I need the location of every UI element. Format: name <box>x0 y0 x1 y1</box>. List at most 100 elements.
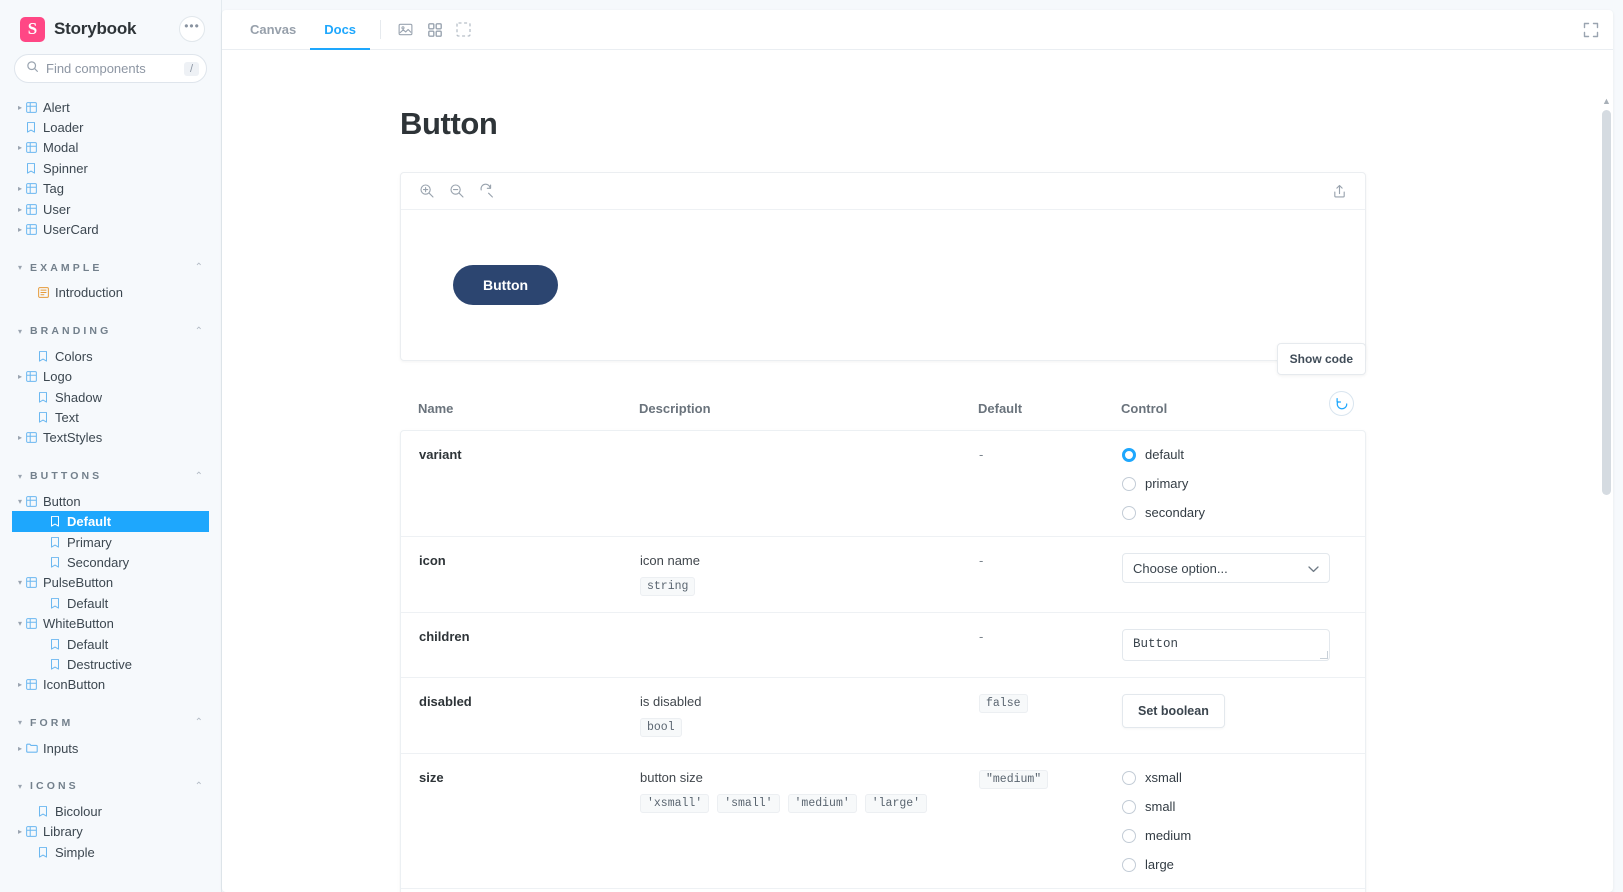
radio-option[interactable]: secondary <box>1122 505 1365 520</box>
caret-icon[interactable]: ▸ <box>14 225 26 234</box>
caret-icon[interactable]: ▾ <box>14 497 26 506</box>
search-input[interactable]: Find components / <box>14 54 207 83</box>
radio-button[interactable] <box>1122 771 1136 785</box>
arg-description-cell <box>640 629 979 661</box>
zoom-reset-icon[interactable] <box>479 183 495 199</box>
caret-icon[interactable]: ▸ <box>14 433 26 442</box>
sidebar-item-primary[interactable]: Primary <box>12 532 209 552</box>
arg-default-cell: - <box>979 553 1122 596</box>
sidebar-group-example[interactable]: ▾EXAMPLE⌃ <box>12 258 209 278</box>
expand-icon[interactable]: ⌃ <box>195 326 209 337</box>
sidebar-item-user[interactable]: ▸User <box>12 199 209 219</box>
caret-icon[interactable]: ▾ <box>14 718 26 727</box>
caret-icon[interactable]: ▾ <box>14 472 26 481</box>
caret-icon[interactable]: ▾ <box>14 263 26 272</box>
sidebar-item-pulsebutton[interactable]: ▾PulseButton <box>12 573 209 593</box>
radio-button[interactable] <box>1122 800 1136 814</box>
sidebar-item-shadow[interactable]: Shadow <box>12 387 209 407</box>
sidebar-item-usercard[interactable]: ▸UserCard <box>12 219 209 239</box>
sidebar-item-bicolour[interactable]: Bicolour <box>12 801 209 821</box>
caret-icon[interactable]: ▸ <box>14 205 26 214</box>
sidebar-item-default[interactable]: Default <box>12 511 209 531</box>
sidebar-item-default[interactable]: Default <box>12 634 209 654</box>
caret-icon[interactable]: ▾ <box>14 578 26 587</box>
select-control[interactable]: Choose option... <box>1122 553 1330 583</box>
image-icon[interactable] <box>391 10 420 49</box>
caret-icon[interactable]: ▸ <box>14 680 26 689</box>
caret-icon[interactable]: ▸ <box>14 372 26 381</box>
caret-icon[interactable]: ▸ <box>14 744 26 753</box>
demo-button[interactable]: Button <box>453 265 558 305</box>
reset-controls-icon[interactable] <box>1329 391 1354 416</box>
zoom-in-icon[interactable] <box>419 183 435 199</box>
caret-icon[interactable]: ▸ <box>14 184 26 193</box>
sidebar-item-library[interactable]: ▸Library <box>12 822 209 842</box>
sidebar-item-textstyles[interactable]: ▸TextStyles <box>12 428 209 448</box>
tab-docs[interactable]: Docs <box>310 10 370 50</box>
sidebar-item-label: Default <box>67 596 108 611</box>
sidebar-item-simple[interactable]: Simple <box>12 842 209 862</box>
story-icon <box>50 598 67 609</box>
sidebar-group-form[interactable]: ▾FORM⌃ <box>12 713 209 733</box>
set-boolean-button[interactable]: Set boolean <box>1122 694 1225 728</box>
radio-button[interactable] <box>1122 477 1136 491</box>
radio-option[interactable]: default <box>1122 447 1365 462</box>
sidebar-item-colors[interactable]: Colors <box>12 346 209 366</box>
brand[interactable]: S Storybook <box>20 17 136 42</box>
expand-icon[interactable]: ⌃ <box>195 471 209 482</box>
textarea-control[interactable]: Button <box>1122 629 1330 661</box>
radio-option[interactable]: medium <box>1122 828 1365 843</box>
radio-button[interactable] <box>1122 829 1136 843</box>
caret-icon[interactable]: ▾ <box>14 327 26 336</box>
sidebar-item-tag[interactable]: ▸Tag <box>12 179 209 199</box>
sidebar-item-introduction[interactable]: Introduction <box>12 283 209 303</box>
measure-icon[interactable] <box>449 10 478 49</box>
sidebar-group-branding[interactable]: ▾BRANDING⌃ <box>12 321 209 341</box>
sidebar-item-iconbutton[interactable]: ▸IconButton <box>12 675 209 695</box>
sidebar-item-alert[interactable]: ▸Alert <box>12 97 209 117</box>
sidebar-group-buttons[interactable]: ▾ BUTTONS ⌃ <box>12 466 209 486</box>
sidebar-item-text[interactable]: Text <box>12 407 209 427</box>
caret-icon[interactable]: ▸ <box>14 143 26 152</box>
more-menu-button[interactable]: ••• <box>179 16 205 42</box>
expand-icon[interactable]: ⌃ <box>195 717 209 728</box>
radio-button[interactable] <box>1122 448 1136 462</box>
radio-button[interactable] <box>1122 858 1136 872</box>
scrollbar-thumb[interactable] <box>1602 110 1611 495</box>
radio-button[interactable] <box>1122 506 1136 520</box>
caret-icon[interactable]: ▸ <box>14 103 26 112</box>
sidebar-item-destructive[interactable]: Destructive <box>12 654 209 674</box>
sidebar-item-default[interactable]: Default <box>12 593 209 613</box>
expand-fullscreen-icon[interactable] <box>1583 10 1599 49</box>
share-icon[interactable] <box>1332 184 1347 199</box>
sidebar-item-loader[interactable]: Loader <box>12 117 209 137</box>
resize-handle[interactable] <box>1320 651 1328 659</box>
tab-canvas[interactable]: Canvas <box>236 10 310 50</box>
sidebar-item-spinner[interactable]: Spinner <box>12 158 209 178</box>
caret-icon[interactable]: ▾ <box>14 619 26 628</box>
docs-scrollbar[interactable]: ▲ <box>1602 96 1611 892</box>
sidebar-item-inputs[interactable]: ▸Inputs <box>12 738 209 758</box>
caret-icon[interactable]: ▾ <box>14 782 26 791</box>
collapse-icon[interactable]: ⌃ <box>195 262 209 273</box>
scroll-up-arrow-icon[interactable]: ▲ <box>1602 96 1611 106</box>
radio-option[interactable]: large <box>1122 857 1365 872</box>
sidebar-item-button[interactable]: ▾Button <box>12 491 209 511</box>
sidebar-group-icons[interactable]: ▾ICONS⌃ <box>12 776 209 796</box>
expand-icon[interactable]: ⌃ <box>195 781 209 792</box>
show-code-button[interactable]: Show code <box>1277 343 1366 375</box>
sidebar-item-secondary[interactable]: Secondary <box>12 552 209 572</box>
sidebar-item-whitebutton[interactable]: ▾WhiteButton <box>12 613 209 633</box>
grid-icon[interactable] <box>420 10 449 49</box>
table-row: variant-defaultprimarysecondary <box>401 431 1365 536</box>
sidebar-item-modal[interactable]: ▸Modal <box>12 138 209 158</box>
radio-option[interactable]: xsmall <box>1122 770 1365 785</box>
radio-option[interactable]: small <box>1122 799 1365 814</box>
caret-icon[interactable]: ▸ <box>14 827 26 836</box>
brand-name: Storybook <box>54 19 136 39</box>
sidebar-group-title: BUTTONS <box>30 470 102 482</box>
table-row: sizebutton size'xsmall''small''medium''l… <box>401 753 1365 888</box>
zoom-out-icon[interactable] <box>449 183 465 199</box>
radio-option[interactable]: primary <box>1122 476 1365 491</box>
sidebar-item-logo[interactable]: ▸Logo <box>12 367 209 387</box>
